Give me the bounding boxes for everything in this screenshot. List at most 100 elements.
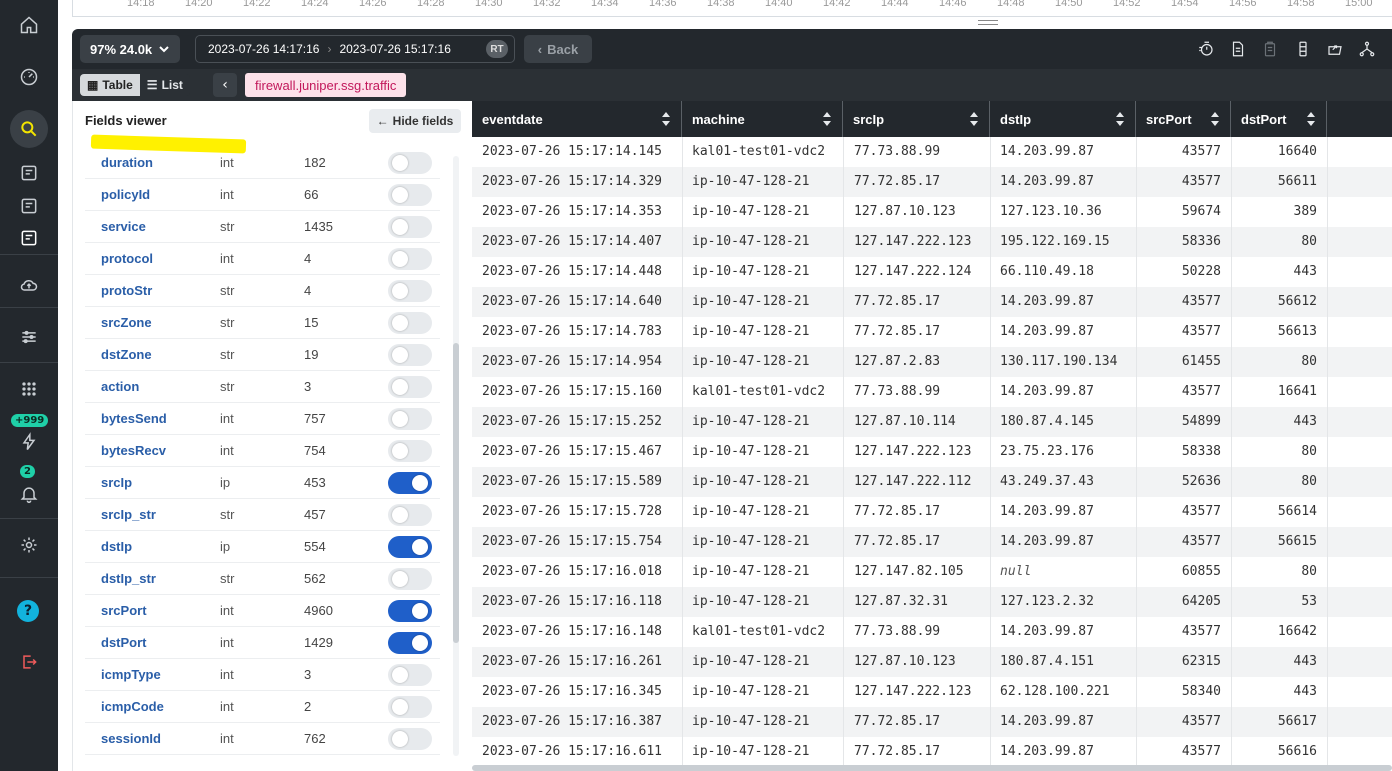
field-visibility-toggle[interactable] xyxy=(388,728,432,750)
sort-arrows-icon[interactable] xyxy=(969,111,979,127)
field-name[interactable]: dstIp_str xyxy=(101,571,156,586)
table-row[interactable]: 2023-07-26 15:17:15.728 ip-10-47-128-21 77… xyxy=(472,497,1392,527)
field-name[interactable]: duration xyxy=(101,155,153,170)
sort-arrows-icon[interactable] xyxy=(1210,111,1220,127)
fields-scrollbar-thumb[interactable] xyxy=(453,343,459,643)
field-name[interactable]: srcZone xyxy=(101,315,152,330)
field-name[interactable]: service xyxy=(101,219,146,234)
field-name[interactable]: icmpType xyxy=(101,667,161,682)
collapse-panel-button[interactable]: ‹ xyxy=(213,73,237,97)
table-row[interactable]: 2023-07-26 15:17:14.407 ip-10-47-128-21 12… xyxy=(472,227,1392,257)
column-header[interactable]: dstPort xyxy=(1231,101,1327,137)
column-header[interactable]: eventdate xyxy=(472,101,682,137)
field-name[interactable]: action xyxy=(101,379,139,394)
field-visibility-toggle[interactable] xyxy=(388,504,432,526)
apps-grid-icon[interactable] xyxy=(0,371,58,407)
field-visibility-toggle[interactable] xyxy=(388,184,432,206)
table-row[interactable]: 2023-07-26 15:17:14.353 ip-10-47-128-21 12… xyxy=(472,197,1392,227)
field-visibility-toggle[interactable] xyxy=(388,472,432,494)
field-visibility-toggle[interactable] xyxy=(388,440,432,462)
table-row[interactable]: 2023-07-26 15:17:16.148 kal01-test01-vdc2… xyxy=(472,617,1392,647)
field-name[interactable]: bytesSend xyxy=(101,411,167,426)
table-row[interactable]: 2023-07-26 15:17:15.467 ip-10-47-128-21 12… xyxy=(472,437,1392,467)
column-header[interactable]: srcPort xyxy=(1136,101,1231,137)
table-row[interactable]: 2023-07-26 15:17:14.448 ip-10-47-128-21 12… xyxy=(472,257,1392,287)
table-row[interactable]: 2023-07-26 15:17:16.345 ip-10-47-128-21 12… xyxy=(472,677,1392,707)
field-name[interactable]: policyId xyxy=(101,187,150,202)
field-visibility-toggle[interactable] xyxy=(388,696,432,718)
event-count-dropdown[interactable]: 97% 24.0k xyxy=(80,35,181,63)
field-name[interactable]: protocol xyxy=(101,251,153,266)
logout-icon[interactable] xyxy=(0,644,58,680)
field-name[interactable]: srcIp_str xyxy=(101,507,156,522)
table-row[interactable]: 2023-07-26 15:17:15.754 ip-10-47-128-21 77… xyxy=(472,527,1392,557)
list-view-tab[interactable]: ☰ List xyxy=(139,74,190,96)
field-name[interactable]: srcPort xyxy=(101,603,147,618)
table-row[interactable]: 2023-07-26 15:17:14.329 ip-10-47-128-21 77… xyxy=(472,167,1392,197)
table-row[interactable]: 2023-07-26 15:17:14.783 ip-10-47-128-21 77… xyxy=(472,317,1392,347)
table-row[interactable]: 2023-07-26 15:17:16.261 ip-10-47-128-21 12… xyxy=(472,647,1392,677)
field-name[interactable]: sessionId xyxy=(101,731,161,746)
table-row[interactable]: 2023-07-26 15:17:14.954 ip-10-47-128-21 12… xyxy=(472,347,1392,377)
field-visibility-toggle[interactable] xyxy=(388,408,432,430)
field-name[interactable]: dstIp xyxy=(101,539,132,554)
field-visibility-toggle[interactable] xyxy=(388,376,432,398)
hide-fields-button[interactable]: ← Hide fields xyxy=(369,109,461,133)
column-header[interactable]: srcIp xyxy=(843,101,990,137)
table-row[interactable]: 2023-07-26 15:17:16.387 ip-10-47-128-21 77… xyxy=(472,707,1392,737)
table-horizontal-scrollbar[interactable] xyxy=(472,765,1392,771)
table-row[interactable]: 2023-07-26 15:17:15.252 ip-10-47-128-21 12… xyxy=(472,407,1392,437)
table-row[interactable]: 2023-07-26 15:17:14.640 ip-10-47-128-21 77… xyxy=(472,287,1392,317)
field-name[interactable]: dstPort xyxy=(101,635,147,650)
table-row[interactable]: 2023-07-26 15:17:16.018 ip-10-47-128-21 12… xyxy=(472,557,1392,587)
sort-arrows-icon[interactable] xyxy=(1115,111,1125,127)
field-visibility-toggle[interactable] xyxy=(388,344,432,366)
table-row[interactable]: 2023-07-26 15:17:15.160 kal01-test01-vdc2… xyxy=(472,377,1392,407)
table-row[interactable]: 2023-07-26 15:17:16.118 ip-10-47-128-21 12… xyxy=(472,587,1392,617)
field-name[interactable]: icmpCode xyxy=(101,699,164,714)
realtime-badge[interactable]: RT xyxy=(486,40,508,58)
field-visibility-toggle[interactable] xyxy=(388,664,432,686)
share-icon[interactable] xyxy=(1324,38,1346,60)
clipboard-icon[interactable] xyxy=(1259,38,1281,60)
table-row[interactable]: 2023-07-26 15:17:15.589 ip-10-47-128-21 12… xyxy=(472,467,1392,497)
report-icon[interactable] xyxy=(0,188,58,224)
field-visibility-toggle[interactable] xyxy=(388,248,432,270)
table-row[interactable]: 2023-07-26 15:17:14.145 kal01-test01-vdc2… xyxy=(472,137,1392,167)
column-layout-icon[interactable] xyxy=(1292,38,1314,60)
field-name[interactable]: protoStr xyxy=(101,283,152,298)
library-icon[interactable] xyxy=(0,220,58,256)
dataset-tag[interactable]: firewall.juniper.ssg.traffic xyxy=(245,73,407,97)
field-name[interactable]: dstZone xyxy=(101,347,152,362)
back-button[interactable]: ‹ Back xyxy=(524,35,592,63)
column-header[interactable]: dstIp xyxy=(990,101,1136,137)
settings-gear-icon[interactable] xyxy=(0,527,58,563)
fields-scrollbar[interactable] xyxy=(453,156,459,756)
table-row[interactable]: 2023-07-26 15:17:16.611 ip-10-47-128-21 77… xyxy=(472,737,1392,767)
dashboard-gauge-icon[interactable] xyxy=(0,59,58,95)
field-visibility-toggle[interactable] xyxy=(388,152,432,174)
table-view-tab[interactable]: ▦ Table xyxy=(80,74,140,96)
field-visibility-toggle[interactable] xyxy=(388,632,432,654)
field-name[interactable]: srcIp xyxy=(101,475,132,490)
sort-arrows-icon[interactable] xyxy=(1306,111,1316,127)
search-icon[interactable] xyxy=(10,110,48,148)
column-header[interactable]: machine xyxy=(682,101,843,137)
saved-search-icon[interactable] xyxy=(0,155,58,191)
bell-icon[interactable] xyxy=(0,476,58,512)
resize-grip-icon[interactable] xyxy=(978,20,998,25)
help-icon[interactable]: ? xyxy=(17,600,39,622)
sort-arrows-icon[interactable] xyxy=(661,111,671,127)
field-visibility-toggle[interactable] xyxy=(388,280,432,302)
export-file-icon[interactable] xyxy=(1227,38,1249,60)
time-range-picker[interactable]: 2023-07-26 14:17:16 › 2023-07-26 15:17:1… xyxy=(195,35,515,63)
field-visibility-toggle[interactable] xyxy=(388,536,432,558)
lightning-icon[interactable] xyxy=(0,424,58,460)
timer-icon[interactable] xyxy=(1195,38,1217,60)
field-visibility-toggle[interactable] xyxy=(388,600,432,622)
cloud-upload-icon[interactable] xyxy=(0,267,58,303)
timeline-histogram[interactable]: 14:18 14:20 14:22 14:24 14:26 14:28 14:30 14:32… xyxy=(58,0,1392,30)
field-visibility-toggle[interactable] xyxy=(388,568,432,590)
field-visibility-toggle[interactable] xyxy=(388,312,432,334)
sort-arrows-icon[interactable] xyxy=(822,111,832,127)
